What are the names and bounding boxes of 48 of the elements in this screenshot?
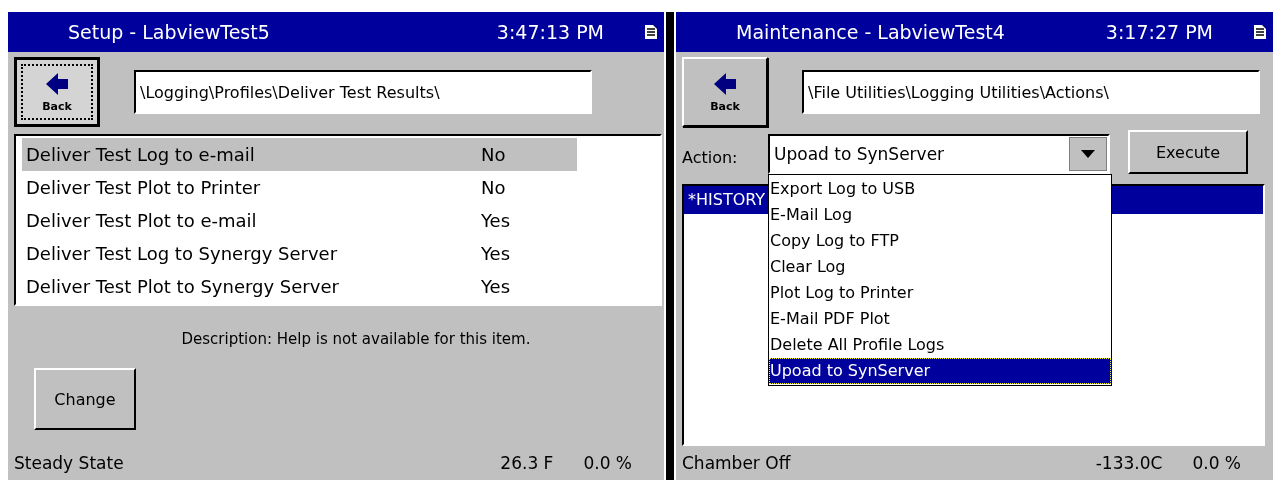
caret-icon [1081, 150, 1095, 158]
window-title: Setup - LabviewTest5 [67, 21, 271, 43]
setting-name: Deliver Test Log to Synergy Server [25, 243, 339, 264]
setting-value: Yes [481, 243, 511, 264]
status-text: Steady State [14, 453, 125, 473]
setting-name: Deliver Test Plot to Synergy Server [25, 276, 340, 297]
dropdown-option[interactable]: Delete All Profile Logs [769, 332, 1111, 358]
settings-row[interactable]: Deliver Test Plot to Synergy Server Yes [22, 270, 577, 303]
setting-value: Yes [481, 276, 511, 297]
setting-name: Deliver Test Plot to Printer [25, 177, 262, 198]
output-reading: 0.0 % [1192, 453, 1241, 473]
temperature-reading: -133.0C [1095, 453, 1163, 473]
dropdown-option[interactable]: Upoad to SynServer [769, 358, 1111, 384]
path-field: \Logging\Profiles\Deliver Test Results\ [134, 70, 592, 114]
window-title: Maintenance - LabviewTest4 [735, 21, 1006, 43]
dropdown-option[interactable]: E-Mail Log [769, 202, 1111, 228]
dropdown-option[interactable]: Clear Log [769, 254, 1111, 280]
dropdown-option[interactable]: E-Mail PDF Plot [769, 306, 1111, 332]
clock-time: 3:47:13 PM [496, 21, 604, 43]
document-icon [644, 24, 658, 40]
temperature-reading: 26.3 F [500, 453, 554, 473]
dropdown-option[interactable]: Plot Log to Printer [769, 280, 1111, 306]
settings-row[interactable]: Deliver Test Plot to e-mail Yes [22, 204, 577, 237]
clock-time: 3:17:27 PM [1105, 21, 1213, 43]
status-text: Chamber Off [682, 453, 792, 473]
action-dropdown[interactable]: Upoad to SynServer [768, 134, 1110, 174]
settings-row[interactable]: Deliver Test Log to Synergy Server Yes [22, 237, 577, 270]
back-button[interactable]: Back [14, 57, 100, 127]
back-button[interactable]: Back [682, 57, 768, 127]
setting-name: Deliver Test Plot to e-mail [25, 210, 258, 231]
action-label: Action: [682, 147, 739, 167]
output-reading: 0.0 % [583, 453, 632, 473]
left-arrow-icon [45, 71, 69, 96]
dropdown-option[interactable]: Export Log to USB [769, 176, 1111, 202]
dropdown-option[interactable]: Copy Log to FTP [769, 228, 1111, 254]
dropdown-arrow-button[interactable] [1069, 137, 1107, 171]
setting-value: Yes [481, 210, 511, 231]
settings-row[interactable]: Deliver Test Log to e-mail No [22, 138, 577, 171]
description-text: Description: Help is not available for this item. [180, 329, 532, 348]
document-icon [1253, 24, 1267, 40]
setting-name: Deliver Test Log to e-mail [25, 144, 256, 165]
setting-value: No [481, 177, 506, 198]
left-arrow-icon [713, 71, 737, 96]
path-field: \File Utilities\Logging Utilities\Actions\ [802, 70, 1260, 114]
settings-row[interactable]: Deliver Test Plot to Printer No [22, 171, 577, 204]
setting-value: No [481, 144, 506, 165]
execute-button[interactable]: Execute [1128, 130, 1248, 174]
change-button[interactable]: Change [34, 368, 136, 430]
